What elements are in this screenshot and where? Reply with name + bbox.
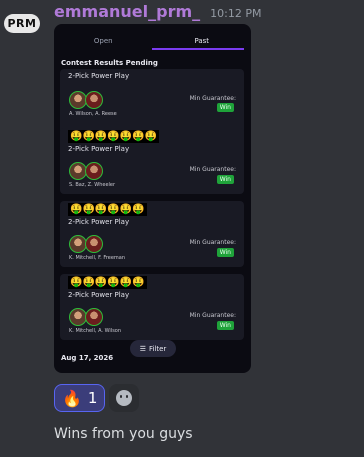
avatar-text: PRM <box>3 13 41 33</box>
card-title: 2-Pick Power Play <box>68 72 130 80</box>
player-avatars <box>69 91 103 109</box>
fire-icon: 🔥 <box>62 388 82 408</box>
reactions: 🔥 1 <box>54 384 140 412</box>
player-names: A. Wilson, A. Reese <box>69 111 117 117</box>
player-avatars <box>69 235 103 253</box>
add-reaction-button[interactable] <box>109 384 140 412</box>
player-avatar <box>85 308 103 326</box>
contest-card: 🤑🤑🤑🤑🤑🤑 2-Pick Power Play K. Mitchell, F.… <box>60 201 244 267</box>
contest-card: 🤑🤑🤑🤑🤑🤑 2-Pick Power Play K. Mitchell, A.… <box>60 274 244 340</box>
message-text: Wins from you guys <box>54 426 193 442</box>
player-names: K. Mitchell, A. Wilson <box>69 328 122 334</box>
card-title: 2-Pick Power Play <box>68 218 130 226</box>
money-face-emoji-row: 🤑🤑🤑🤑🤑🤑 <box>68 203 147 216</box>
player-names: S. Baz, Z. Wheeler <box>69 182 116 188</box>
min-guarantee-label: Min Guarantee: <box>189 239 236 246</box>
username[interactable]: emmanuel_prm_ <box>54 2 200 21</box>
active-tab-indicator <box>152 48 244 50</box>
smiley-icon <box>116 390 133 406</box>
message-header: emmanuel_prm_ 10:12 PM <box>54 2 261 21</box>
win-badge: Win <box>216 248 234 257</box>
player-avatars <box>69 308 103 326</box>
user-avatar[interactable]: PRM <box>0 6 44 40</box>
min-guarantee-label: Min Guarantee: <box>189 312 236 319</box>
money-face-emoji-row: 🤑🤑🤑🤑🤑🤑🤑 <box>68 130 160 143</box>
reaction-fire[interactable]: 🔥 1 <box>54 384 106 412</box>
timestamp[interactable]: 10:12 PM <box>210 7 261 20</box>
contest-card: 🤑🤑🤑🤑🤑🤑🤑 2-Pick Power Play S. Baz, Z. Whe… <box>60 128 244 194</box>
player-names: K. Mitchell, F. Freeman <box>69 255 126 261</box>
player-avatar <box>85 91 103 109</box>
screenshot-attachment[interactable]: Open Past Contest Results Pending 2-Pick… <box>54 24 251 373</box>
reaction-count: 1 <box>87 389 98 407</box>
filter-label: Filter <box>148 344 167 353</box>
section-title: Contest Results Pending <box>61 59 158 67</box>
filter-button: ☰ Filter <box>130 340 176 357</box>
player-avatar <box>85 235 103 253</box>
card-title: 2-Pick Power Play <box>68 145 130 153</box>
filter-sliders-icon: ☰ <box>139 344 146 353</box>
date-label: Aug 17, 2026 <box>61 354 114 362</box>
win-badge: Win <box>216 321 234 330</box>
win-badge: Win <box>216 103 234 112</box>
min-guarantee-label: Min Guarantee: <box>189 166 236 173</box>
money-face-emoji-row: 🤑🤑🤑🤑🤑🤑 <box>68 276 147 289</box>
win-badge: Win <box>216 175 234 184</box>
min-guarantee-label: Min Guarantee: <box>189 95 236 102</box>
card-title: 2-Pick Power Play <box>68 291 130 299</box>
player-avatar <box>85 162 103 180</box>
player-avatars <box>69 162 103 180</box>
tab-open: Open <box>93 37 113 45</box>
